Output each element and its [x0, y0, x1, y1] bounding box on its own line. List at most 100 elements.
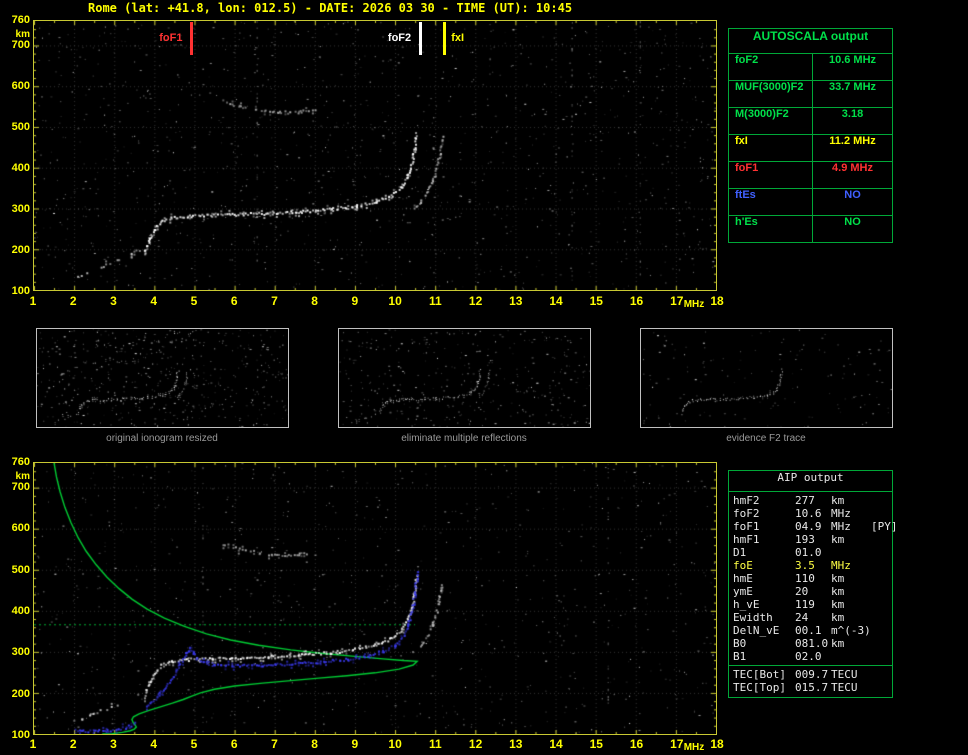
aip-row-hvE: h_vE 119 km	[729, 598, 892, 611]
aip-row-hmF1: hmF1 193 km	[729, 533, 892, 546]
top-ionogram-canvas	[34, 21, 716, 290]
autoscala-row-label: fxI	[729, 135, 813, 161]
autoscala-row-value: 33.7 MHz	[828, 81, 877, 93]
aip-cell-extra	[871, 507, 888, 520]
y-axis-label-top-400: 400	[11, 161, 30, 174]
x-axis-label-top-7: 7	[271, 294, 278, 308]
thumbnail-caption-0: original ionogram resized	[106, 433, 218, 444]
aip-cell-extra: [PY]	[871, 520, 898, 533]
aip-cell-unit: km	[831, 637, 845, 650]
aip-cell-value: 20	[795, 585, 809, 598]
autoscala-row-MUF3000F2: MUF(3000)F2 33.7 MHz	[729, 81, 892, 108]
x-axis-label-top-5: 5	[190, 294, 198, 308]
autoscala-output-rows: foF2 10.6 MHz MUF(3000)F2 33.7 MHz M(3000)F2…	[729, 54, 892, 242]
x-axis-label-bottom-8: 8	[311, 737, 318, 751]
x-axis-label-bottom-17: 17	[670, 737, 684, 751]
aip-cell-name: TEC[Bot]	[733, 668, 786, 681]
x-axis-label-bottom-7: 7	[271, 737, 278, 751]
x-axis-label-bottom-3: 3	[110, 737, 117, 751]
x-axis-label-bottom-13: 13	[509, 737, 523, 751]
thumbnail-caption-2: evidence F2 trace	[726, 433, 806, 444]
autoscala-row-value: 10.6 MHz	[828, 54, 877, 66]
autoscala-row-fxI: fxI 11.2 MHz	[729, 135, 892, 162]
aip-row-Ewidth: Ewidth 24 km	[729, 611, 892, 624]
aip-cell-value: 10.6	[795, 507, 822, 520]
aip-cell-name: hmE	[733, 572, 753, 585]
x-axis-label-top-12: 12	[468, 294, 483, 308]
x-axis-label-top-14: 14	[549, 294, 563, 308]
x-axis-unit-top: MHz	[683, 299, 705, 310]
aip-cell-unit: MHz	[831, 559, 851, 572]
autoscala-row-label: MUF(3000)F2	[729, 81, 813, 107]
y-axis-label-top-500: 500	[11, 120, 30, 133]
autoscala-row-value: 11.2 MHz	[829, 135, 876, 147]
aip-cell-unit	[831, 546, 871, 559]
y-axis-label-top-200: 200	[11, 243, 30, 256]
aip-cell-value: 110	[795, 572, 815, 585]
aip-cell-value: 24	[795, 611, 809, 624]
aip-cell-value: 04.9	[795, 520, 822, 533]
aip-cell-name: hmF1	[733, 533, 760, 546]
aip-cell-unit: km	[831, 585, 845, 598]
autoscala-row-M3000F2: M(3000)F2 3.18	[729, 108, 892, 135]
x-axis-label-bottom-15: 15	[589, 737, 603, 751]
aip-cell-value: 277	[795, 494, 815, 507]
x-axis-label-top-3: 3	[110, 294, 117, 308]
y-axis-label-bottom-600: 600	[11, 522, 30, 535]
x-axis-label-top-6: 6	[230, 294, 238, 308]
y-axis-unit-top: km	[15, 29, 30, 40]
x-axis-label-top-18: 18	[710, 294, 724, 308]
aip-cell-name: foF1	[733, 520, 760, 533]
y-axis-label-bottom-300: 300	[11, 646, 30, 659]
y-axis-unit-bottom: km	[15, 471, 30, 482]
aip-cell-name: TEC[Top]	[733, 681, 786, 694]
aip-row-ymE: ymE 20 km	[729, 585, 892, 598]
aip-cell-name: DelN_vE	[733, 624, 780, 637]
x-axis-label-top-4: 4	[150, 294, 158, 308]
aip-row-B0: B0 081.0 km	[729, 637, 892, 650]
top-ionogram-plot: foF1 foF2 fxI	[33, 20, 717, 291]
aip-cell-name: hmF2	[733, 494, 760, 507]
aip-row-DelNvE: DelN_vE 00.1 m^(-3)	[729, 624, 892, 637]
x-axis-label-bottom-2: 2	[69, 737, 77, 751]
autoscala-row-label: foF2	[729, 54, 813, 80]
aip-cell-extra	[871, 546, 888, 559]
marker-line-fxI	[442, 22, 446, 55]
aip-cell-value: 00.1	[795, 624, 822, 637]
aip-cell-unit: m^(-3)	[831, 624, 871, 637]
x-axis-label-bottom-1: 1	[29, 737, 37, 751]
x-axis-label-bottom-12: 12	[468, 737, 483, 751]
aip-cell-name: h_vE	[733, 598, 760, 611]
aip-cell-unit: MHz	[831, 520, 851, 533]
autoscala-row-label: h'Es	[729, 216, 813, 242]
autoscala-row-label: M(3000)F2	[729, 108, 813, 134]
aip-cell-unit: km	[831, 494, 845, 507]
thumbnail-caption-1: eliminate multiple reflections	[401, 433, 527, 444]
x-axis-label-bottom-14: 14	[549, 737, 563, 751]
bottom-ionogram-plot	[33, 462, 717, 735]
aip-cell-unit: km	[831, 598, 845, 611]
x-axis-label-bottom-4: 4	[150, 737, 158, 751]
y-axis-label-top-300: 300	[11, 202, 30, 215]
x-axis-label-top-2: 2	[69, 294, 77, 308]
aip-cell-extra	[871, 494, 888, 507]
x-axis-label-top-10: 10	[388, 294, 402, 308]
y-axis-label-bottom-500: 500	[11, 563, 30, 576]
aip-cell-name: B0	[733, 637, 747, 650]
aip-tec-rows: TEC[Bot] 009.7 TECU TEC[Top] 015.7 TECU	[729, 665, 892, 694]
autoscala-row-foF1: foF1 4.9 MHz	[729, 162, 892, 189]
aip-cell-extra	[871, 637, 888, 650]
aip-cell-unit: TECU	[831, 668, 858, 681]
thumbnail-0	[36, 328, 289, 428]
aip-cell-value: 02.0	[795, 650, 822, 663]
x-axis-label-top-1: 1	[29, 294, 37, 308]
aip-cell-unit: km	[831, 611, 845, 624]
aip-row-TECTop: TEC[Top] 015.7 TECU	[729, 681, 892, 694]
y-axis-label-top-100: 100	[11, 285, 30, 297]
x-axis-label-bottom-16: 16	[629, 737, 644, 751]
x-axis-unit-bottom: MHz	[683, 742, 705, 753]
aip-cell-extra	[871, 533, 888, 546]
marker-line-foF1	[189, 22, 193, 55]
aip-cell-value: 3.5	[795, 559, 815, 572]
x-axis-label-top-16: 16	[629, 294, 644, 308]
